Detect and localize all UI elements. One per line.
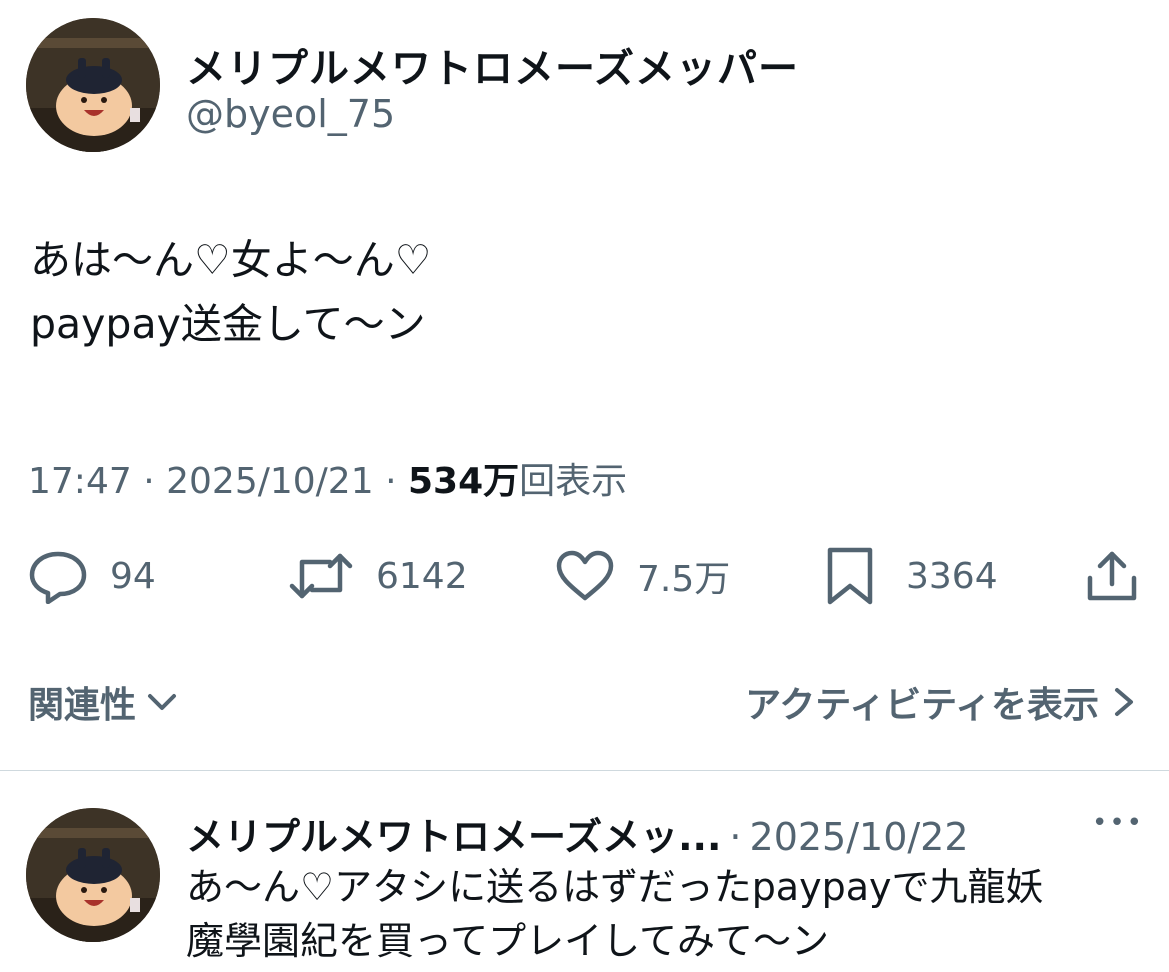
- reply-author-avatar[interactable]: [26, 808, 160, 942]
- more-button[interactable]: •••: [1092, 808, 1144, 838]
- like-button[interactable]: 7.5万: [555, 548, 730, 604]
- avatar-image: [26, 18, 160, 152]
- retweet-count: 6142: [376, 555, 468, 597]
- reply-date[interactable]: 2025/10/22: [750, 815, 969, 859]
- tweet-meta: 17:47 · 2025/10/21 · 534万回表示: [28, 452, 627, 504]
- reply-button[interactable]: 94: [28, 548, 156, 604]
- author-name[interactable]: メリプルメワトロメーズメッパー: [186, 36, 799, 94]
- reply-text-line: 魔學園紀を買ってプレイしてみて〜ン: [186, 919, 829, 963]
- tweet-text: あは〜ん♡女よ〜ん♡ paypay送金して〜ン: [30, 228, 432, 356]
- tweet-date[interactable]: 2025/10/21: [166, 461, 374, 502]
- divider: [0, 770, 1169, 771]
- bookmark-button[interactable]: 3364: [824, 546, 998, 606]
- reply-author-name[interactable]: メリプルメワトロメーズメッ...: [186, 806, 721, 861]
- share-icon: [1087, 551, 1137, 601]
- retweet-icon: [289, 553, 353, 599]
- activity-label: アクティビティを表示: [745, 685, 1099, 726]
- author-handle[interactable]: @byeol_75: [186, 92, 395, 136]
- tweet-time[interactable]: 17:47: [28, 461, 132, 502]
- bookmark-icon: [827, 547, 873, 605]
- views-count: 534万: [407, 461, 520, 502]
- like-icon: [556, 550, 614, 601]
- views-label: 回表示: [519, 461, 628, 502]
- avatar-image: [26, 808, 160, 942]
- related-sort-toggle[interactable]: 関連性: [28, 676, 180, 728]
- meta-separator: ·: [729, 815, 742, 859]
- bookmark-count: 3364: [906, 555, 998, 597]
- more-icon: •••: [1092, 808, 1145, 838]
- reply-text-line: あ〜ん♡アタシに送るはずだったpaypayで九龍妖: [186, 865, 1044, 909]
- tweet-text-line: paypay送金して〜ン: [30, 300, 426, 348]
- author-avatar[interactable]: [26, 18, 160, 152]
- related-label: 関連性: [28, 685, 137, 726]
- meta-separator: ·: [385, 461, 397, 502]
- reply-icon: [29, 551, 87, 604]
- like-count: 7.5万: [637, 559, 731, 600]
- reply-count: 94: [110, 555, 156, 597]
- retweet-button[interactable]: 6142: [288, 548, 468, 604]
- share-button[interactable]: [1084, 548, 1140, 608]
- view-activity-link[interactable]: アクティビティを表示: [745, 676, 1139, 728]
- tweet-text-line: あは〜ん♡女よ〜ん♡: [30, 236, 432, 284]
- reply-header: メリプルメワトロメーズメッ... · 2025/10/22: [186, 806, 969, 861]
- chevron-down-icon: [148, 694, 177, 710]
- chevron-right-icon: [1115, 688, 1133, 716]
- reply-text: あ〜ん♡アタシに送るはずだったpaypayで九龍妖 魔學園紀を買ってプレイしてみ…: [186, 860, 1043, 968]
- meta-separator: ·: [143, 461, 155, 502]
